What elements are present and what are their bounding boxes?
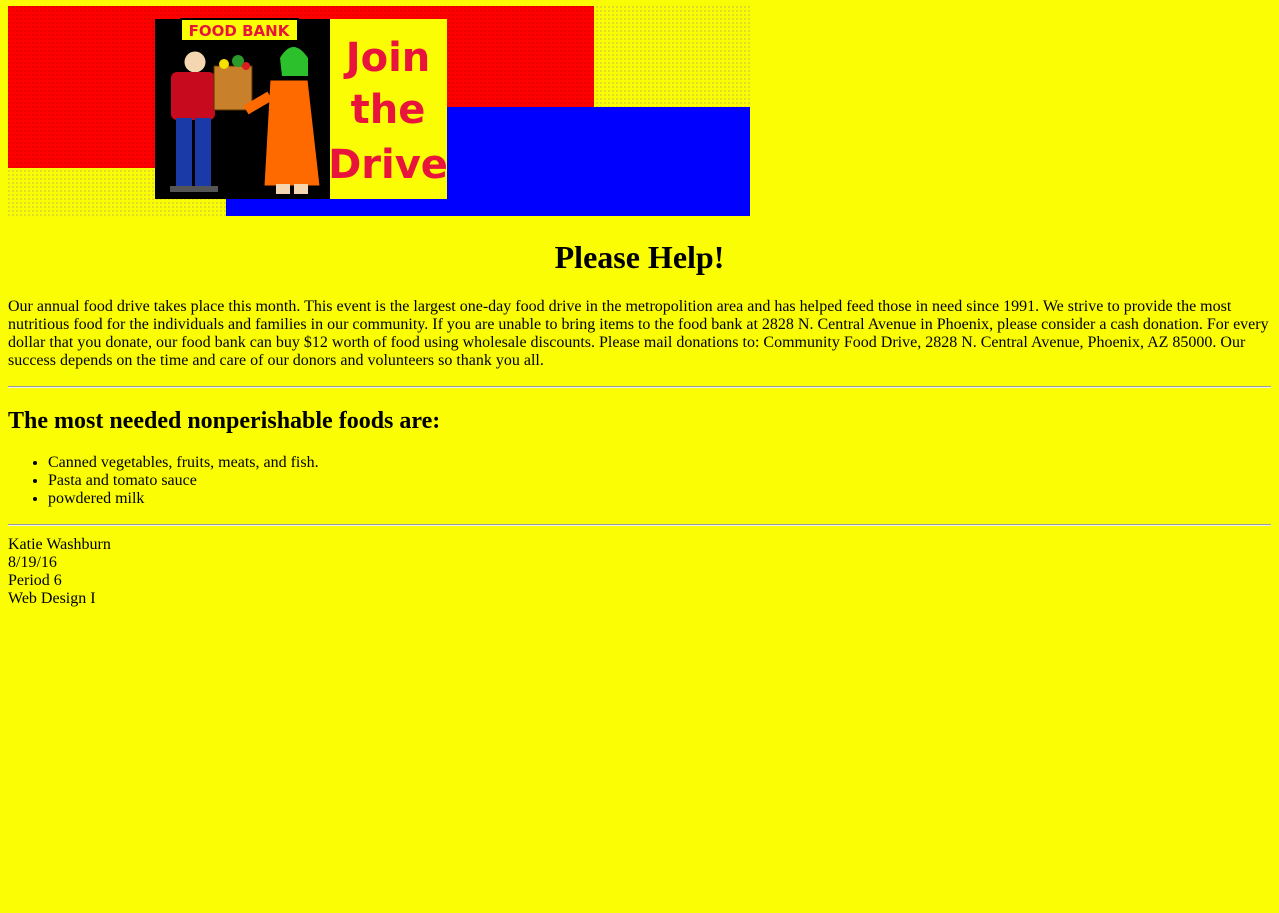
divider-2 xyxy=(8,524,1271,526)
food-bank-sign-text: FOOD BANK xyxy=(189,22,291,40)
author-name: Katie Washburn xyxy=(8,536,111,553)
slogan-line-2: the xyxy=(351,87,426,133)
page-title: Please Help! xyxy=(554,239,725,275)
signature-block: Katie Washburn 8/19/16 Period 6 Web Desi… xyxy=(8,536,1271,608)
grocery-bag xyxy=(213,55,253,111)
author-date: 8/19/16 xyxy=(8,554,57,571)
food-drive-banner: FOOD BANK Join the Drive xyxy=(8,6,750,216)
list-item: Canned vegetables, fruits, meats, and fi… xyxy=(48,454,1271,472)
intro-paragraph: Our annual food drive takes place this m… xyxy=(8,298,1269,369)
course-name: Web Design I xyxy=(8,590,96,607)
list-item: Pasta and tomato sauce xyxy=(48,472,1271,490)
page: FOOD BANK Join the Drive Please Help! Ou… xyxy=(0,0,1279,608)
needed-foods-list: Canned vegetables, fruits, meats, and fi… xyxy=(8,454,1271,508)
foods-heading: The most needed nonperishable foods are: xyxy=(8,408,441,434)
slogan-line-1: Join xyxy=(343,35,431,81)
slogan-line-3: Drive xyxy=(328,142,448,188)
class-period: Period 6 xyxy=(8,572,62,589)
list-item: powdered milk xyxy=(48,490,1271,508)
divider-1 xyxy=(8,386,1271,388)
